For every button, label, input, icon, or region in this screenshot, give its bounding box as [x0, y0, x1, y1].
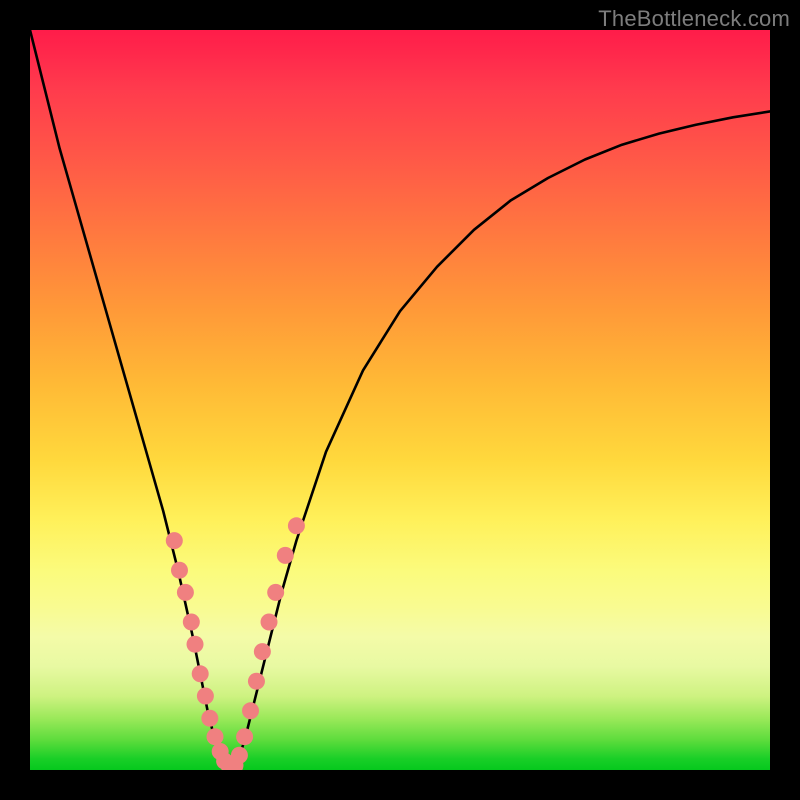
watermark-text: TheBottleneck.com — [598, 6, 790, 32]
data-marker — [171, 562, 188, 579]
data-marker — [288, 517, 305, 534]
marker-group — [166, 517, 305, 770]
data-marker — [261, 614, 278, 631]
data-marker — [254, 643, 271, 660]
data-marker — [187, 636, 204, 653]
plot-area — [30, 30, 770, 770]
data-marker — [183, 614, 200, 631]
data-marker — [201, 710, 218, 727]
data-marker — [166, 532, 183, 549]
data-marker — [267, 584, 284, 601]
data-marker — [197, 688, 214, 705]
chart-frame: TheBottleneck.com — [0, 0, 800, 800]
data-marker — [177, 584, 194, 601]
data-marker — [207, 728, 224, 745]
data-marker — [248, 673, 265, 690]
data-marker — [231, 747, 248, 764]
data-marker — [277, 547, 294, 564]
bottleneck-curve — [30, 30, 770, 770]
data-marker — [242, 702, 259, 719]
data-marker — [236, 728, 253, 745]
data-marker — [192, 665, 209, 682]
chart-svg — [30, 30, 770, 770]
